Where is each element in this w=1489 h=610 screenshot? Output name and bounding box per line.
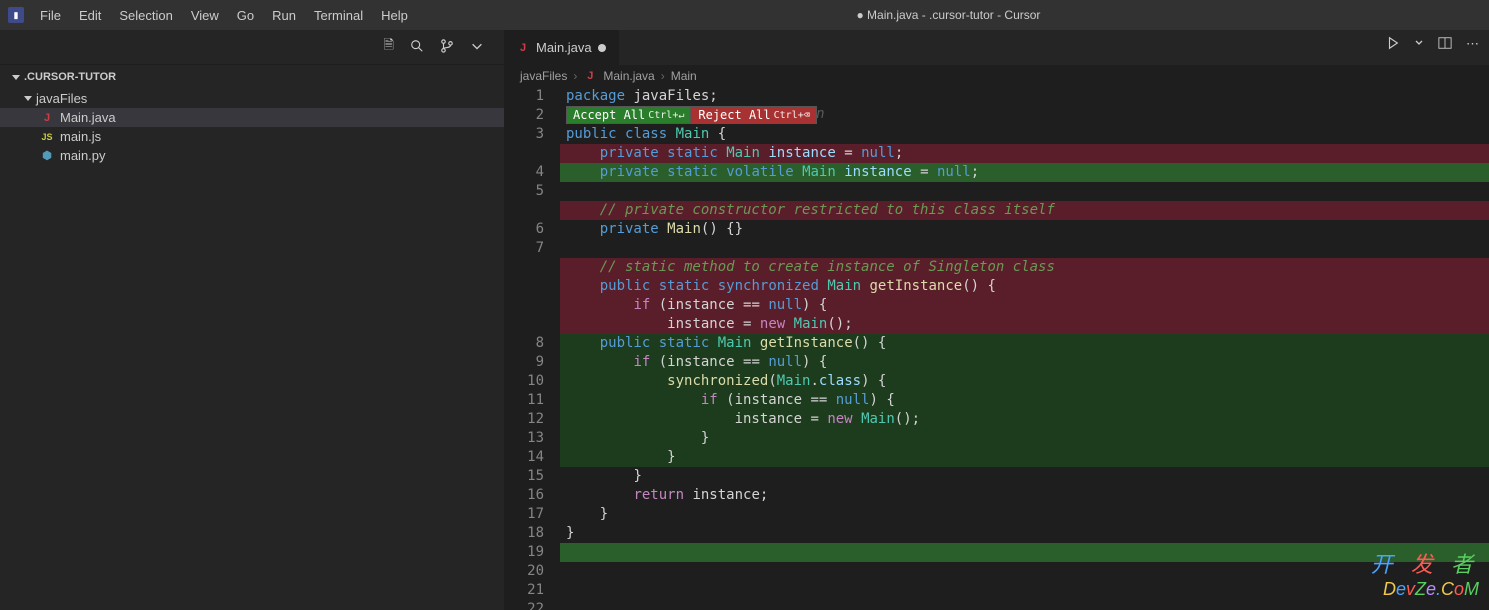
code-line[interactable] bbox=[560, 182, 1489, 201]
accept-kbd: Ctrl+↵ bbox=[648, 110, 684, 121]
code-line[interactable]: // static method to create instance of S… bbox=[560, 258, 1489, 277]
line-gutter: 12345678910111213141516171819202122 bbox=[504, 87, 560, 610]
code-line[interactable]: private Main() {} bbox=[560, 220, 1489, 239]
file-label: main.js bbox=[60, 129, 101, 144]
watermark: 开 发 者 DevZe.CoM bbox=[1371, 547, 1479, 600]
branch-icon[interactable] bbox=[440, 39, 454, 56]
menu-edit[interactable]: Edit bbox=[71, 4, 109, 27]
code-line[interactable]: } bbox=[560, 429, 1489, 448]
accept-all-button[interactable]: Accept All Ctrl+↵ bbox=[566, 106, 691, 124]
code-line[interactable] bbox=[560, 543, 1489, 562]
menu-terminal[interactable]: Terminal bbox=[306, 4, 371, 27]
code-line[interactable]: public static Main getInstance() { bbox=[560, 334, 1489, 353]
title-bar: ▮ FileEditSelectionViewGoRunTerminalHelp… bbox=[0, 0, 1489, 30]
menu-view[interactable]: View bbox=[183, 4, 227, 27]
chevron-down-icon bbox=[12, 75, 20, 80]
menu-help[interactable]: Help bbox=[373, 4, 416, 27]
code-line[interactable]: instance = new Main(); bbox=[560, 410, 1489, 429]
chevron-down-icon bbox=[24, 96, 32, 101]
code-line[interactable]: return instance; bbox=[560, 486, 1489, 505]
crumb-folder[interactable]: javaFiles bbox=[520, 69, 567, 83]
explorer-root[interactable]: .CURSOR-TUTOR bbox=[0, 65, 504, 89]
code-line[interactable]: synchronized(Main.class) { bbox=[560, 372, 1489, 391]
run-chevron-icon[interactable] bbox=[1414, 36, 1424, 53]
reject-label: Reject All bbox=[698, 108, 770, 122]
java-file-icon: J bbox=[583, 70, 597, 82]
file-label: main.py bbox=[60, 148, 106, 163]
more-icon[interactable]: ⋯ bbox=[1466, 36, 1479, 53]
code-line[interactable]: if (instance == null) { bbox=[560, 353, 1489, 372]
search-icon[interactable] bbox=[410, 39, 424, 56]
new-file-icon[interactable]: 🗎 bbox=[384, 36, 394, 58]
code-line[interactable]: // private constructor restricted to thi… bbox=[560, 201, 1489, 220]
code-line[interactable]: } bbox=[560, 467, 1489, 486]
code-content[interactable]: package javaFiles; public class Main { p… bbox=[560, 87, 1489, 610]
code-line[interactable]: instance = new Main(); bbox=[560, 315, 1489, 334]
code-line[interactable]: public class Main { bbox=[560, 125, 1489, 144]
editor-area: J Main.java ⋯ javaFiles › J Main.java › … bbox=[504, 30, 1489, 610]
menu-selection[interactable]: Selection bbox=[111, 4, 180, 27]
code-editor[interactable]: 12345678910111213141516171819202122 pack… bbox=[504, 87, 1489, 610]
chevron-right-icon: › bbox=[661, 69, 665, 83]
code-line[interactable]: } bbox=[560, 524, 1489, 543]
file-icon: J bbox=[40, 112, 54, 124]
explorer-actions: 🗎 bbox=[0, 30, 504, 65]
chevron-right-icon: › bbox=[573, 69, 577, 83]
chevron-down-icon[interactable] bbox=[470, 39, 484, 56]
file-main-py[interactable]: ⬢ main.py bbox=[0, 146, 504, 165]
menu-go[interactable]: Go bbox=[229, 4, 262, 27]
menu-bar: FileEditSelectionViewGoRunTerminalHelp bbox=[32, 4, 416, 27]
tab-main-java[interactable]: J Main.java bbox=[504, 30, 619, 65]
crumb-symbol[interactable]: Main bbox=[671, 69, 697, 83]
file-label: Main.java bbox=[60, 110, 116, 125]
root-label: .CURSOR-TUTOR bbox=[24, 71, 116, 83]
accept-label: Accept All bbox=[573, 108, 645, 122]
run-icon[interactable] bbox=[1386, 36, 1400, 53]
code-line[interactable] bbox=[560, 562, 1489, 581]
code-line[interactable] bbox=[560, 581, 1489, 600]
code-line[interactable]: public static synchronized Main getInsta… bbox=[560, 277, 1489, 296]
tab-bar: J Main.java bbox=[504, 30, 1489, 65]
reject-kbd: Ctrl+⌫ bbox=[774, 110, 810, 121]
code-line[interactable]: package javaFiles; bbox=[560, 87, 1489, 106]
menu-run[interactable]: Run bbox=[264, 4, 304, 27]
explorer-sidebar: 🗎 .CURSOR-TUTOR javaFiles J Main.java JS ma… bbox=[0, 30, 504, 610]
code-line[interactable] bbox=[560, 600, 1489, 610]
code-line[interactable]: if (instance == null) { bbox=[560, 391, 1489, 410]
code-line[interactable]: if (instance == null) { bbox=[560, 296, 1489, 315]
dirty-indicator-icon bbox=[598, 44, 606, 52]
window-title: ● Main.java - .cursor-tutor - Cursor bbox=[416, 8, 1481, 22]
file-main-js[interactable]: JS main.js bbox=[0, 127, 504, 146]
menu-file[interactable]: File bbox=[32, 4, 69, 27]
java-file-icon: J bbox=[516, 42, 530, 54]
code-line[interactable] bbox=[560, 239, 1489, 258]
file-Main-java[interactable]: J Main.java bbox=[0, 108, 504, 127]
split-editor-icon[interactable] bbox=[1438, 36, 1452, 53]
app-icon: ▮ bbox=[8, 7, 24, 23]
editor-top-actions: ⋯ bbox=[1386, 36, 1479, 53]
tab-label: Main.java bbox=[536, 40, 592, 55]
code-line[interactable]: } bbox=[560, 448, 1489, 467]
code-line[interactable]: } bbox=[560, 505, 1489, 524]
diff-action-bar: Accept All Ctrl+↵ Reject All Ctrl+⌫ bbox=[566, 106, 817, 124]
breadcrumb[interactable]: javaFiles › J Main.java › Main bbox=[504, 65, 1489, 87]
folder-javafiles[interactable]: javaFiles bbox=[0, 89, 504, 108]
folder-label: javaFiles bbox=[36, 91, 87, 106]
file-icon: ⬢ bbox=[40, 149, 54, 162]
code-line[interactable]: private static volatile Main instance = … bbox=[560, 163, 1489, 182]
crumb-file[interactable]: Main.java bbox=[603, 69, 654, 83]
file-icon: JS bbox=[40, 132, 54, 142]
code-line[interactable]: private static Main instance = null; bbox=[560, 144, 1489, 163]
reject-all-button[interactable]: Reject All Ctrl+⌫ bbox=[691, 106, 816, 124]
